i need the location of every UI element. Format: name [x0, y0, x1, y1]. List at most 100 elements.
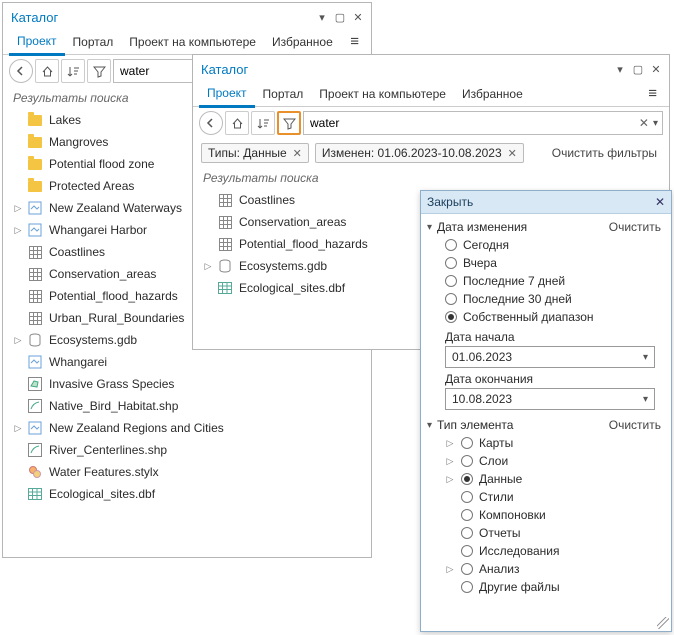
close-icon[interactable]: ✕: [351, 10, 365, 24]
filter-popup: Закрыть ✕ ▾ Дата изменения Очистить Сего…: [420, 190, 672, 632]
tree-item-label: Coastlines: [237, 193, 297, 207]
search-input[interactable]: [308, 115, 635, 131]
date-option[interactable]: Последние 30 дней: [427, 290, 661, 308]
type-option[interactable]: Стили: [427, 488, 661, 506]
maximize-icon[interactable]: ▢: [631, 62, 645, 76]
type-option[interactable]: Компоновки: [427, 506, 661, 524]
radio-icon: [445, 311, 457, 323]
group-clear-link[interactable]: Очистить: [609, 220, 661, 234]
type-option[interactable]: ▷Карты: [427, 434, 661, 452]
type-group-header[interactable]: ▾ Тип элемента Очистить: [427, 416, 661, 434]
results-label: Результаты поиска: [193, 167, 669, 189]
tab-computer[interactable]: Проект на компьютере: [121, 30, 264, 54]
start-date-combo[interactable]: 01.06.2023 ▾: [445, 346, 655, 368]
tree-item[interactable]: Invasive Grass Species: [7, 373, 367, 395]
tree-item-label: Potential flood zone: [47, 157, 156, 171]
option-label: Компоновки: [479, 508, 546, 522]
back-button[interactable]: [9, 59, 33, 83]
filter-button-highlighted[interactable]: [277, 111, 301, 135]
filter-popup-header: Закрыть ✕: [421, 191, 671, 214]
expander-icon[interactable]: ▷: [13, 203, 23, 214]
tree-item[interactable]: ▷New Zealand Regions and Cities: [7, 417, 367, 439]
tree-item-label: Native_Bird_Habitat.shp: [47, 399, 180, 413]
search-box[interactable]: ✕ ▾: [303, 111, 663, 135]
dropdown-icon[interactable]: ▾: [315, 10, 329, 24]
type-option[interactable]: ▷Анализ: [427, 560, 661, 578]
date-option[interactable]: Последние 7 дней: [427, 272, 661, 290]
expander-icon[interactable]: ▷: [445, 564, 455, 575]
filter-chip-types[interactable]: Типы: Данные ✕: [201, 143, 309, 163]
date-option[interactable]: Сегодня: [427, 236, 661, 254]
clear-search-icon[interactable]: ✕: [635, 116, 653, 130]
radio-icon: [445, 257, 457, 269]
expander-icon[interactable]: ▷: [445, 438, 455, 449]
radio-icon: [461, 581, 473, 593]
chip-remove-icon[interactable]: ✕: [293, 147, 302, 160]
type-option[interactable]: ▷Слои: [427, 452, 661, 470]
date-option[interactable]: Собственный диапазон: [427, 308, 661, 326]
filter-button[interactable]: [87, 59, 111, 83]
sort-button[interactable]: [61, 59, 85, 83]
chip-remove-icon[interactable]: ✕: [508, 147, 517, 160]
filter-popup-title: Закрыть: [427, 195, 473, 209]
tab-computer[interactable]: Проект на компьютере: [311, 82, 454, 106]
search-dropdown-icon[interactable]: ▾: [653, 118, 658, 129]
tab-favorites[interactable]: Избранное: [264, 30, 341, 54]
expander-icon[interactable]: ▷: [13, 225, 23, 236]
dropdown-icon[interactable]: ▾: [613, 62, 627, 76]
type-option[interactable]: Отчеты: [427, 524, 661, 542]
menu-icon[interactable]: ≡: [344, 29, 365, 54]
tree-item-label: Water Features.stylx: [47, 465, 161, 479]
radio-icon: [461, 509, 473, 521]
date-option[interactable]: Вчера: [427, 254, 661, 272]
tree-item-label: Whangarei Harbor: [47, 223, 149, 237]
expander-icon[interactable]: ▷: [203, 261, 213, 272]
tree-item[interactable]: Whangarei: [7, 351, 367, 373]
feature-class-icon: [219, 238, 232, 251]
tab-bar: Проект Портал Проект на компьютере Избра…: [193, 79, 669, 107]
filter-chip-modified[interactable]: Изменен: 01.06.2023-10.08.2023 ✕: [315, 143, 524, 163]
end-date-combo[interactable]: 10.08.2023 ▾: [445, 388, 655, 410]
expander-icon[interactable]: ▷: [13, 423, 23, 434]
geodatabase-icon: [29, 333, 41, 347]
tree-item-label: Potential_flood_hazards: [237, 237, 370, 251]
date-group-header[interactable]: ▾ Дата изменения Очистить: [427, 218, 661, 236]
menu-icon[interactable]: ≡: [642, 81, 663, 106]
close-icon[interactable]: ✕: [649, 62, 663, 76]
tab-portal[interactable]: Портал: [255, 82, 312, 106]
tree-item[interactable]: River_Centerlines.shp: [7, 439, 367, 461]
chevron-down-icon: ▾: [643, 394, 648, 405]
type-option[interactable]: Исследования: [427, 542, 661, 560]
tab-bar: Проект Портал Проект на компьютере Избра…: [3, 27, 371, 55]
table-icon: [28, 488, 42, 500]
close-icon[interactable]: ✕: [655, 195, 665, 209]
type-option[interactable]: Другие файлы: [427, 578, 661, 596]
window-buttons: ▾ ▢ ✕: [315, 10, 365, 24]
clear-filters-link[interactable]: Очистить фильтры: [548, 144, 661, 162]
maximize-icon[interactable]: ▢: [333, 10, 347, 24]
tree-item[interactable]: Water Features.stylx: [7, 461, 367, 483]
back-button[interactable]: [199, 111, 223, 135]
tree-item-label: Urban_Rural_Boundaries: [47, 311, 186, 325]
expander-icon[interactable]: ▷: [13, 335, 23, 346]
tab-project[interactable]: Проект: [9, 29, 65, 56]
option-label: Вчера: [463, 256, 497, 270]
tree-item[interactable]: Ecological_sites.dbf: [7, 483, 367, 505]
tree-item[interactable]: Native_Bird_Habitat.shp: [7, 395, 367, 417]
filter-icon: [93, 65, 106, 78]
home-button[interactable]: [35, 59, 59, 83]
expander-icon[interactable]: ▷: [445, 456, 455, 467]
home-button[interactable]: [225, 111, 249, 135]
group-clear-link[interactable]: Очистить: [609, 418, 661, 432]
tab-portal[interactable]: Портал: [65, 30, 122, 54]
expander-icon[interactable]: ▷: [445, 474, 455, 485]
tab-project[interactable]: Проект: [199, 81, 255, 108]
type-option[interactable]: ▷Данные: [427, 470, 661, 488]
radio-icon: [461, 527, 473, 539]
resize-grip[interactable]: [657, 617, 669, 629]
filter-chip-row: Типы: Данные ✕ Изменен: 01.06.2023-10.08…: [193, 139, 669, 167]
titlebar: Каталог ▾ ▢ ✕: [3, 3, 371, 27]
sort-button[interactable]: [251, 111, 275, 135]
tab-favorites[interactable]: Избранное: [454, 82, 531, 106]
feature-class-icon: [29, 246, 42, 259]
